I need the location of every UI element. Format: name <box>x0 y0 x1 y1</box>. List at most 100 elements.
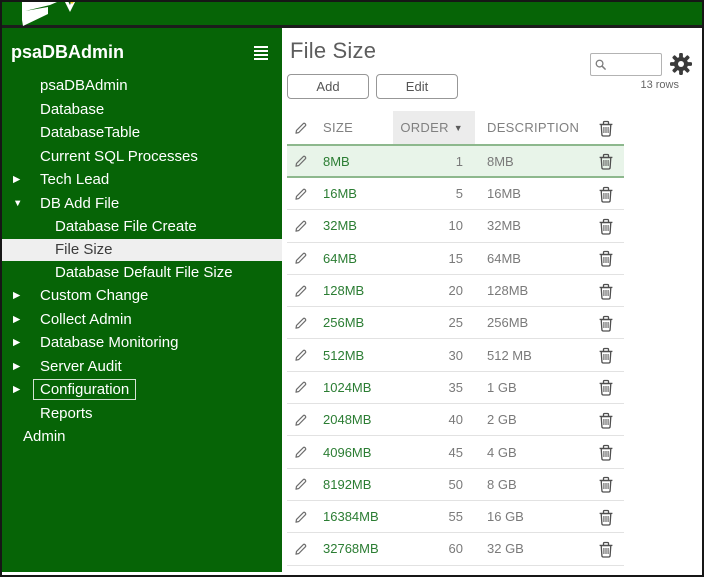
sidebar-nav: psaDBAdmin Database DatabaseTable Curren… <box>2 74 282 449</box>
sidebar-item-database-file-create[interactable]: Database File Create <box>2 215 282 239</box>
row-edit-button[interactable] <box>287 275 323 306</box>
row-edit-button[interactable] <box>287 533 323 564</box>
search-input[interactable] <box>590 52 662 76</box>
description-cell: 2 GB <box>487 412 517 428</box>
settings-button[interactable] <box>669 52 693 76</box>
trash-icon <box>599 380 613 397</box>
size-column-header[interactable]: SIZE <box>323 111 393 144</box>
sidebar-item-collect-admin[interactable]: Collect Admin <box>2 308 282 332</box>
description-cell: 32 GB <box>487 541 524 557</box>
size-cell[interactable]: 16MB <box>323 178 393 209</box>
row-delete-button[interactable] <box>588 469 624 500</box>
order-cell: 30 <box>448 347 463 363</box>
row-edit-button[interactable] <box>287 404 323 435</box>
sidebar-item-server-audit[interactable]: Server Audit <box>2 355 282 379</box>
size-cell[interactable]: 8MB <box>323 146 393 176</box>
size-cell[interactable]: 32768MB <box>323 533 393 564</box>
sidebar-item-label: DatabaseTable <box>40 124 141 142</box>
description-cell: 16MB <box>487 186 521 202</box>
expand-arrow-icon[interactable] <box>13 175 40 185</box>
row-edit-button[interactable] <box>287 339 323 370</box>
row-delete-button[interactable] <box>588 533 624 564</box>
trash-icon <box>599 347 613 364</box>
sidebar-item-file-size[interactable]: File Size <box>2 238 282 261</box>
size-cell[interactable]: 8192MB <box>323 469 393 500</box>
row-edit-button[interactable] <box>287 436 323 467</box>
file-size-table: SIZE ORDER ▼ DESCRIPTION 8MB 1 8MB 16MB … <box>287 111 624 566</box>
expand-arrow-icon[interactable] <box>13 315 40 325</box>
app-window: psaDBAdmin psaDBAdmin Database DatabaseT… <box>0 0 704 577</box>
expand-arrow-icon[interactable] <box>13 291 40 301</box>
sidebar-item-database-monitoring[interactable]: Database Monitoring <box>2 331 282 355</box>
edit-column-header <box>287 111 323 144</box>
add-button[interactable]: Add <box>287 74 369 99</box>
sidebar-item-tech-lead[interactable]: Tech Lead <box>2 168 282 192</box>
description-cell: 8 GB <box>487 476 517 492</box>
row-delete-button[interactable] <box>588 372 624 403</box>
row-delete-button[interactable] <box>588 178 624 209</box>
order-cell: 45 <box>448 444 463 460</box>
row-edit-button[interactable] <box>287 243 323 274</box>
size-cell[interactable]: 4096MB <box>323 436 393 467</box>
pencil-icon <box>295 122 307 134</box>
row-delete-button[interactable] <box>588 501 624 532</box>
sidebar-item-database[interactable]: Database <box>2 98 282 122</box>
table-row: 512MB 30 512 MB <box>287 339 624 372</box>
size-cell[interactable]: 16384MB <box>323 501 393 532</box>
size-cell[interactable]: 64MB <box>323 243 393 274</box>
row-edit-button[interactable] <box>287 501 323 532</box>
row-delete-button[interactable] <box>588 436 624 467</box>
sidebar-item-configuration[interactable]: Configuration <box>2 378 282 402</box>
expand-arrow-icon[interactable] <box>13 199 40 209</box>
trash-icon <box>599 509 613 526</box>
pencil-icon <box>295 414 307 426</box>
size-cell[interactable]: 2048MB <box>323 404 393 435</box>
expand-arrow-icon[interactable] <box>13 362 40 372</box>
row-edit-button[interactable] <box>287 210 323 241</box>
row-edit-button[interactable] <box>287 178 323 209</box>
sidebar-item-db-add-file[interactable]: DB Add File <box>2 192 282 216</box>
row-delete-button[interactable] <box>588 404 624 435</box>
sidebar-item-psadbadmin[interactable]: psaDBAdmin <box>2 74 282 98</box>
sidebar-item-label: Reports <box>40 404 93 422</box>
row-delete-button[interactable] <box>588 210 624 241</box>
sidebar-item-current-sql-processes[interactable]: Current SQL Processes <box>2 145 282 169</box>
row-delete-button[interactable] <box>588 243 624 274</box>
description-cell: 1 GB <box>487 379 517 395</box>
menu-toggle-icon[interactable] <box>252 44 270 62</box>
row-edit-button[interactable] <box>287 146 323 176</box>
order-column-header[interactable]: ORDER ▼ <box>393 111 475 144</box>
row-delete-button[interactable] <box>588 339 624 370</box>
pencil-icon <box>295 252 307 265</box>
sidebar-item-admin[interactable]: Admin <box>2 425 282 449</box>
table-tools: 13 rows <box>590 52 693 91</box>
sort-desc-icon: ▼ <box>453 122 463 133</box>
brand-logo-icon <box>22 2 75 26</box>
trash-icon <box>599 412 613 429</box>
pencil-icon <box>295 349 307 361</box>
size-cell[interactable]: 1024MB <box>323 372 393 403</box>
size-cell[interactable]: 128MB <box>323 275 393 306</box>
sidebar-item-custom-change[interactable]: Custom Change <box>2 284 282 308</box>
row-edit-button[interactable] <box>287 372 323 403</box>
table-row: 64MB 15 64MB <box>287 242 624 275</box>
description-column-header[interactable]: DESCRIPTION <box>475 111 588 144</box>
size-cell[interactable]: 256MB <box>323 307 393 338</box>
description-cell: 128MB <box>487 283 529 299</box>
size-cell[interactable]: 512MB <box>323 339 393 370</box>
pencil-icon <box>295 479 307 491</box>
sidebar-item-label: DB Add File <box>40 194 120 212</box>
row-delete-button[interactable] <box>588 275 624 306</box>
expand-arrow-icon[interactable] <box>13 338 40 348</box>
row-edit-button[interactable] <box>287 469 323 500</box>
size-cell[interactable]: 32MB <box>323 210 393 241</box>
sidebar-item-databasetable[interactable]: DatabaseTable <box>2 121 282 145</box>
edit-button[interactable]: Edit <box>376 74 458 99</box>
trash-icon <box>599 541 613 558</box>
sidebar-item-label: Collect Admin <box>40 310 132 328</box>
sidebar-item-database-default-file-size[interactable]: Database Default File Size <box>2 261 282 285</box>
row-delete-button[interactable] <box>588 307 624 338</box>
row-edit-button[interactable] <box>287 307 323 338</box>
sidebar-item-reports[interactable]: Reports <box>2 402 282 426</box>
row-delete-button[interactable] <box>588 146 624 176</box>
